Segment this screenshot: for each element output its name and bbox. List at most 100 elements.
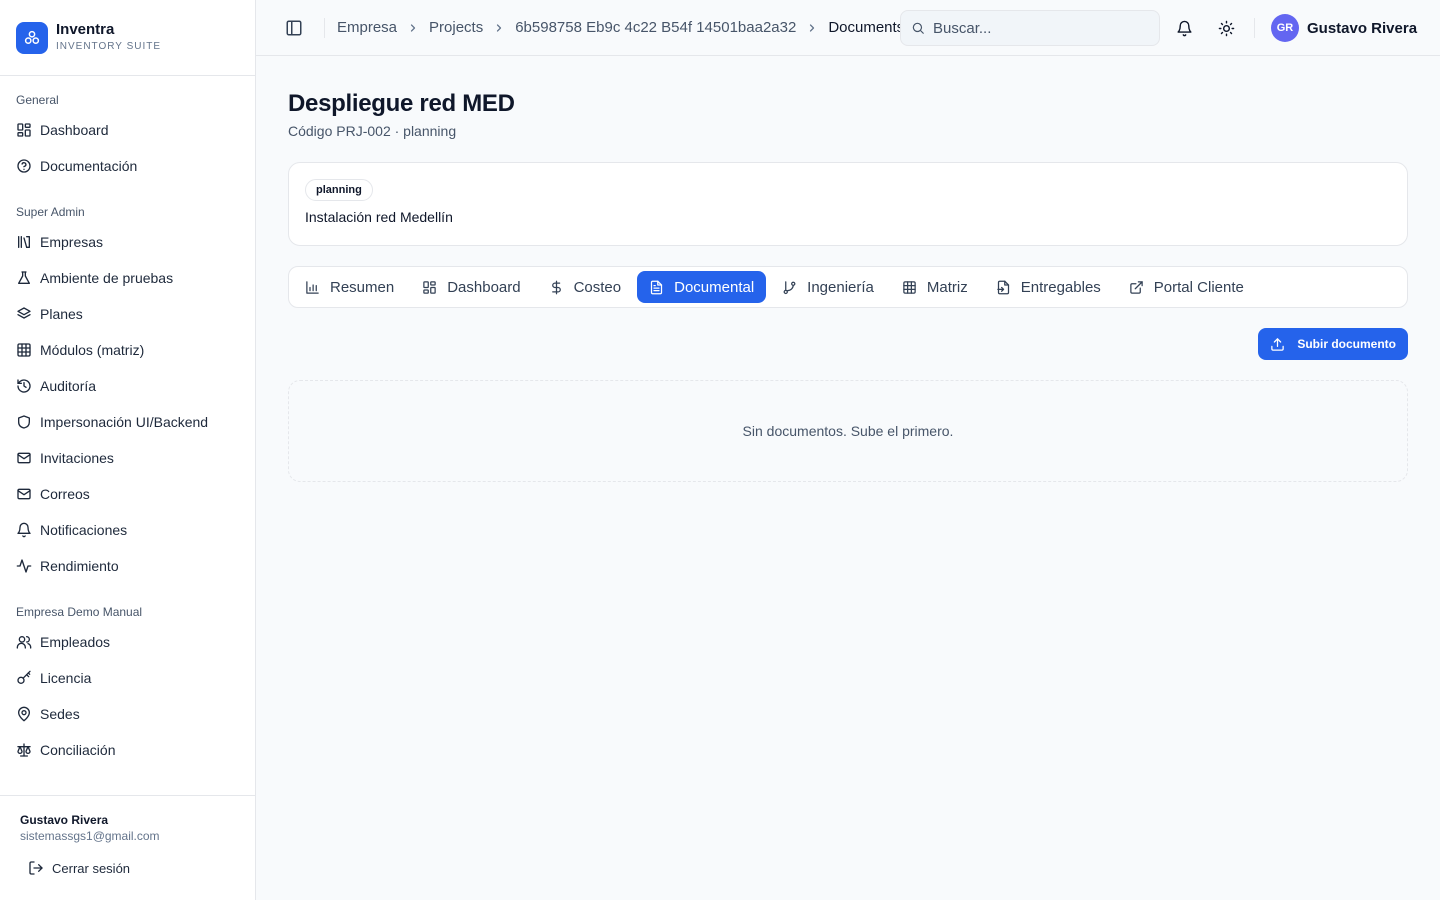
breadcrumb-projects[interactable]: Projects [429,19,483,36]
sidebar-item-conciliacion[interactable]: Conciliación [8,732,247,768]
sidebar-item-empresas[interactable]: Empresas [8,224,247,260]
tab-label: Resumen [330,278,395,296]
bell-icon [1176,20,1192,36]
status-badge: planning [305,179,373,201]
upload-icon [1271,337,1285,351]
header-user-name: Gustavo Rivera [1307,19,1418,37]
avatar: GR [1271,14,1299,42]
sidebar-item-notificaciones[interactable]: Notificaciones [8,512,247,548]
map-pin-icon [18,706,30,722]
sidebar-item-licencia[interactable]: Licencia [8,660,247,696]
sidebar-item-label: Empresas [40,234,104,250]
chevron-right-icon [410,23,416,32]
sidebar-item-correos[interactable]: Correos [8,476,247,512]
search-icon [912,22,924,34]
bell-icon [17,522,31,538]
upload-document-label: Subir documento [1297,337,1396,351]
grid-icon [17,123,31,137]
tab-dashboard[interactable]: Dashboard [410,271,532,303]
sidebar-item-invitaciones[interactable]: Invitaciones [8,440,247,476]
activity-icon [16,559,32,573]
sidebar-nav: General Dashboard Documentación Super Ad… [0,76,255,795]
sidebar-item-label: Planes [40,306,83,322]
sidebar-item-label: Dashboard [40,122,109,138]
users-icon [16,636,32,649]
tab-label: Portal Cliente [1153,278,1244,296]
table-icon [903,280,916,294]
sidebar-item-label: Empleados [40,634,111,650]
library-icon [18,236,30,248]
search-box[interactable] [900,10,1160,46]
tab-costeo[interactable]: Costeo [537,271,634,303]
tab-portal-cliente[interactable]: Portal Cliente [1117,271,1256,303]
scale-icon [17,743,31,757]
sidebar-item-label: Impersonación UI/Backend [40,414,209,430]
log-out-icon [29,861,43,875]
tab-label: Entregables [1020,278,1101,296]
breadcrumb: Empresa Projects 6b598758 Eb9c 4c22 B54f… [337,19,904,36]
sidebar-item-label: Conciliación [40,742,116,758]
sidebar-item-label: Rendimiento [40,558,119,574]
header-divider [1254,18,1255,38]
sidebar-footer: Gustavo Rivera sistemassgs1@gmail.com Ce… [0,795,255,900]
user-menu[interactable]: GR Gustavo Rivera [1271,14,1417,42]
theme-toggle-button[interactable] [1212,14,1240,42]
tab-label: Costeo [573,278,622,296]
table-icon [17,343,31,357]
sidebar-item-impersonacion[interactable]: Impersonación UI/Backend [8,404,247,440]
file-export-icon [996,280,1009,294]
tab-documental[interactable]: Documental [637,271,767,303]
tab-matriz[interactable]: Matriz [890,271,980,303]
sidebar-item-label: Auditoría [40,378,97,394]
sidebar-item-ambiente-pruebas[interactable]: Ambiente de pruebas [8,260,247,296]
sidebar-item-label: Documentación [40,158,138,174]
sidebar-item-sedes[interactable]: Sedes [8,696,247,732]
section-title-empresa-demo: Empresa Demo Manual [16,605,143,619]
sidebar-toggle-button[interactable] [280,14,308,42]
external-link-icon [1130,280,1143,294]
sun-icon [1218,20,1234,36]
tab-ingenieria[interactable]: Ingeniería [770,271,886,303]
brand[interactable]: Inventra INVENTORY SUITE [0,0,255,76]
upload-document-button[interactable]: Subir documento [1258,328,1408,360]
footer-user-name: Gustavo Rivera [20,813,109,827]
breadcrumb-empresa[interactable]: Empresa [337,19,397,36]
bar-chart-icon [306,280,319,294]
empty-message: Sin documentos. Sube el primero. [742,423,954,439]
help-circle-icon [17,159,31,173]
panel-left-icon [286,20,302,35]
sidebar-item-label: Módulos (matriz) [40,342,145,358]
tab-label: Documental [674,278,755,296]
section-title-general: General [16,93,59,107]
tab-entregables[interactable]: Entregables [984,271,1113,303]
search-input[interactable] [933,19,1133,37]
main-content: Despliegue red MED Código PRJ-002 · plan… [288,56,1408,482]
sidebar-item-rendimiento[interactable]: Rendimiento [8,548,247,584]
tab-label: Dashboard [447,278,521,296]
page-title: Despliegue red MED [288,90,515,117]
sidebar-item-modulos[interactable]: Módulos (matriz) [8,332,247,368]
sidebar-item-auditoria[interactable]: Auditoría [8,368,247,404]
key-icon [17,670,31,684]
sidebar-item-label: Correos [40,486,90,502]
dollar-icon [551,280,561,294]
brand-name: Inventra [56,21,115,38]
flask-icon [18,271,30,284]
layers-icon [17,307,31,319]
documents-empty-state: Sin documentos. Sube el primero. [288,380,1408,482]
chevron-right-icon [810,23,815,32]
breadcrumb-project-id[interactable]: 6b598758 Eb9c 4c22 B54f 14501baa2a32 [515,19,796,36]
file-text-icon [651,280,663,294]
sidebar-item-empleados[interactable]: Empleados [8,624,247,660]
logout-label: Cerrar sesión [52,860,131,876]
notifications-button[interactable] [1170,14,1198,42]
page-subtitle: Código PRJ-002 · planning [288,123,457,139]
sidebar-item-planes[interactable]: Planes [8,296,247,332]
tab-label: Matriz [926,278,968,296]
git-branch-icon [783,280,796,294]
tab-resumen[interactable]: Resumen [293,271,406,303]
sidebar-item-dashboard[interactable]: Dashboard [8,112,247,148]
logout-button[interactable]: Cerrar sesión [28,858,235,878]
sidebar-item-documentacion[interactable]: Documentación [8,148,247,184]
documents-actions: Subir documento [288,328,1408,360]
